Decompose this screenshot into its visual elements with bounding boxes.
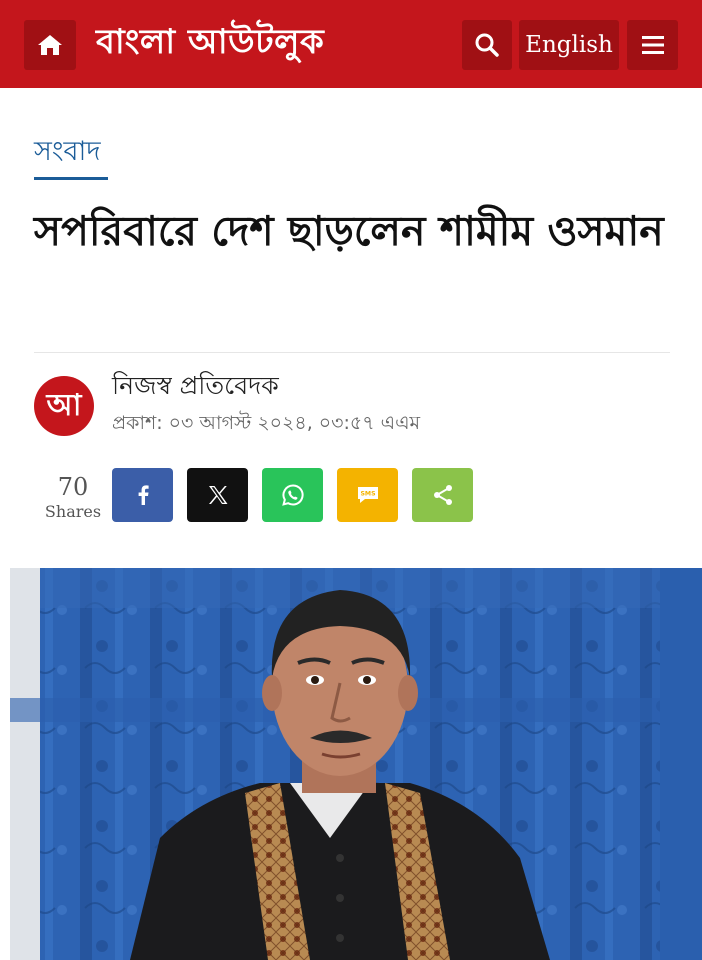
article-headline: সপরিবারে দেশ ছাড়লেন শামীম ওসমান (34, 207, 664, 255)
menu-button[interactable] (627, 20, 678, 70)
facebook-share-button[interactable] (112, 468, 173, 522)
share-count-label: Shares (44, 502, 102, 521)
menu-icon (641, 36, 664, 54)
share-count: 70 Shares (44, 472, 102, 522)
author-name[interactable]: নিজস্ব প্রতিবেদক (112, 368, 279, 404)
category-underline (34, 177, 108, 180)
x-share-button[interactable] (187, 468, 248, 522)
author-avatar: আ (34, 376, 94, 436)
sms-icon: SMS (357, 487, 378, 503)
language-toggle-button[interactable]: English (519, 20, 619, 70)
whatsapp-icon (281, 484, 304, 506)
share-icon (433, 485, 452, 505)
site-logo[interactable]: বাংলা আউটলুক (96, 16, 324, 68)
top-nav-bar: বাংলা আউটলুক English (0, 0, 702, 88)
home-button[interactable] (24, 20, 76, 70)
share-count-number: 70 (57, 473, 89, 501)
whatsapp-share-button[interactable] (262, 468, 323, 522)
search-button[interactable] (462, 20, 512, 70)
x-icon (208, 486, 227, 504)
home-icon (38, 35, 62, 55)
sms-share-button[interactable]: SMS (337, 468, 398, 522)
divider (34, 352, 670, 353)
publish-date: প্রকাশ: ০৩ আগস্ট ২০২৪, ০৩:৫৭ এএম (112, 412, 421, 434)
generic-share-button[interactable] (412, 468, 473, 522)
facebook-icon (138, 485, 149, 505)
search-icon (475, 33, 499, 57)
article-lead-image[interactable] (10, 568, 702, 960)
category-link[interactable]: সংবাদ (34, 132, 101, 172)
sms-icon-label: SMS (360, 491, 375, 498)
